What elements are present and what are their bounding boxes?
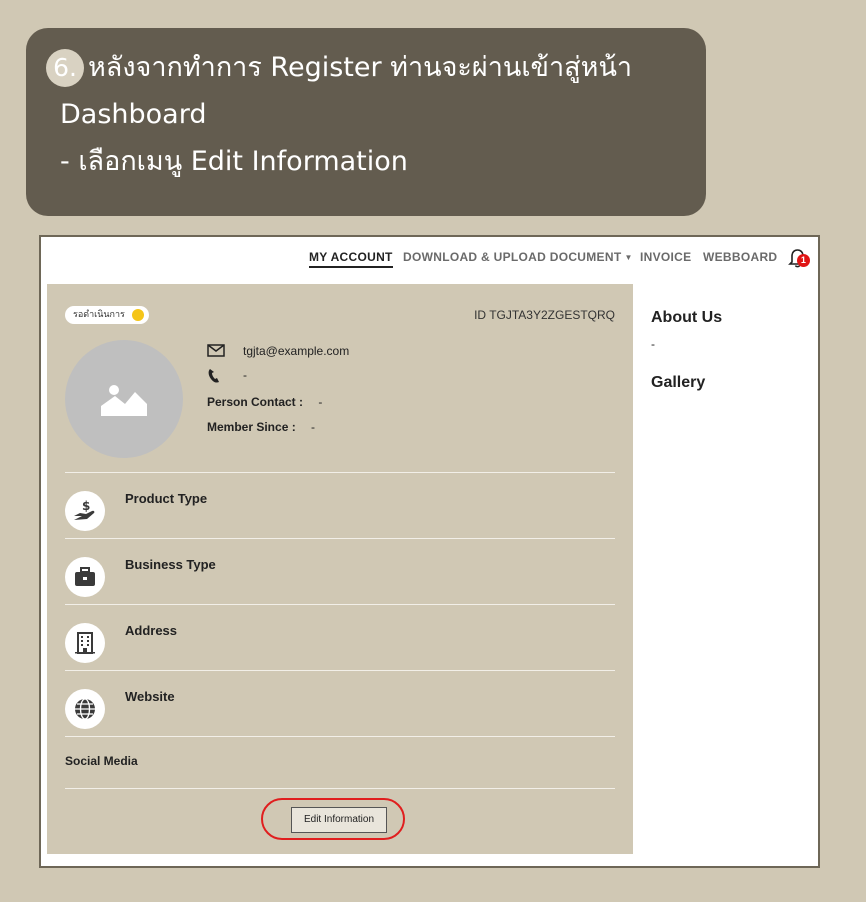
briefcase-icon [75, 567, 95, 586]
divider [65, 472, 615, 473]
address-icon-circle [65, 623, 105, 663]
person-contact-label: Person Contact : [207, 395, 304, 409]
nav-webboard[interactable]: WEBBOARD [703, 250, 777, 264]
divider [65, 788, 615, 789]
image-placeholder-icon [101, 385, 147, 416]
phone-icon [208, 369, 219, 383]
mail-icon [207, 344, 225, 357]
profile-card: รอดำเนินการ ID TGJTA3Y2ZGESTQRQ tgjta@ex… [47, 284, 633, 854]
banner-line-1: 6. หลังจากทำการ Register ท่านจะผ่านเข้าสู… [46, 44, 706, 91]
divider [65, 604, 615, 605]
status-badge: รอดำเนินการ [65, 306, 149, 324]
member-since-row: Member Since : - [207, 420, 315, 434]
section-address: Address [65, 609, 615, 673]
edit-information-button[interactable]: Edit Information [291, 807, 387, 833]
address-title: Address [125, 623, 178, 638]
email-value: tgjta@example.com [243, 344, 350, 358]
section-product-type: $ Product Type [65, 477, 615, 541]
business-type-icon-circle [65, 557, 105, 597]
money-hand-icon: $ [74, 499, 95, 520]
phone-value: - [243, 368, 247, 382]
instruction-banner: 6. หลังจากทำการ Register ท่านจะผ่านเข้าสู… [26, 28, 706, 216]
top-nav: MY ACCOUNT DOWNLOAD & UPLOAD DOCUMENT ▼ I… [41, 237, 818, 281]
about-us-title: About Us [651, 309, 723, 326]
section-website: Website [65, 675, 615, 739]
person-contact-row: Person Contact : - [207, 395, 322, 409]
avatar[interactable] [65, 340, 183, 458]
status-label: รอดำเนินการ [73, 310, 125, 320]
member-since-label: Member Since : [207, 420, 296, 434]
product-type-title: Product Type [125, 491, 208, 506]
member-id: ID TGJTA3Y2ZGESTQRQ [474, 308, 615, 322]
website-icon-circle [65, 689, 105, 729]
divider [65, 736, 615, 737]
section-business-type: Business Type [65, 543, 615, 607]
gallery-title: Gallery [651, 374, 706, 391]
about-us-value: - [651, 337, 655, 351]
globe-icon [75, 698, 95, 720]
banner-text-1: หลังจากทำการ Register ท่านจะผ่านเข้าสู่ห… [88, 52, 633, 83]
product-type-icon-circle: $ [65, 491, 105, 531]
business-type-title: Business Type [125, 557, 216, 572]
building-icon [75, 632, 95, 654]
notification-badge: 1 [797, 254, 810, 267]
svg-text:$: $ [82, 499, 90, 513]
dashboard-screenshot: MY ACCOUNT DOWNLOAD & UPLOAD DOCUMENT ▼ I… [39, 235, 820, 868]
nav-download-upload-label: DOWNLOAD & UPLOAD DOCUMENT [403, 250, 622, 264]
member-since-value: - [311, 420, 316, 434]
person-contact-value: - [318, 395, 323, 409]
chevron-down-icon: ▼ [624, 253, 633, 262]
banner-line-2: Dashboard [60, 99, 207, 130]
divider [65, 670, 615, 671]
step-number: 6. [46, 49, 84, 87]
status-dot-icon [131, 309, 144, 321]
banner-line-3: - เลือกเมนู Edit Information [60, 146, 408, 177]
social-media-title: Social Media [65, 754, 138, 768]
nav-invoice[interactable]: INVOICE [640, 250, 691, 264]
nav-download-upload[interactable]: DOWNLOAD & UPLOAD DOCUMENT ▼ [403, 250, 633, 264]
website-title: Website [125, 689, 175, 704]
nav-my-account[interactable]: MY ACCOUNT [309, 250, 393, 268]
divider [65, 538, 615, 539]
